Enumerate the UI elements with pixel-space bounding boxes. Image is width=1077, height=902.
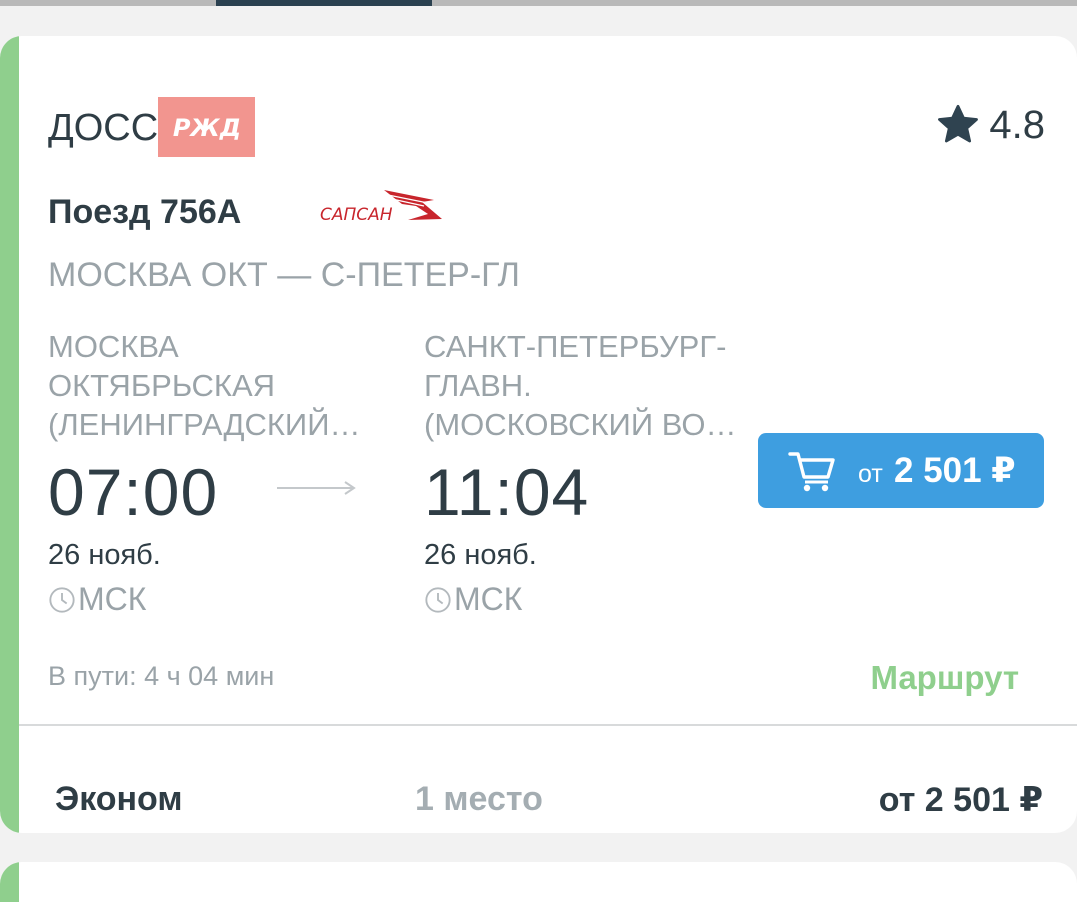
sapsan-logo-text: САПСАН bbox=[320, 205, 393, 225]
departure-time: 07:00 bbox=[48, 455, 219, 529]
arrival-timezone: МСК bbox=[424, 581, 522, 618]
rating: 4.8 bbox=[935, 102, 1045, 148]
active-tab-indicator bbox=[216, 0, 432, 6]
departure-timezone: МСК bbox=[48, 581, 146, 618]
fare-seats: 1 место bbox=[415, 780, 543, 818]
clock-icon bbox=[425, 586, 451, 613]
arrival-timezone-label: МСК bbox=[454, 581, 523, 617]
card-accent-bar bbox=[0, 862, 19, 902]
rzd-logo: РЖД bbox=[158, 97, 255, 157]
arrow-right-icon bbox=[277, 481, 356, 495]
star-icon bbox=[938, 104, 979, 143]
rzd-logo-text: РЖД bbox=[172, 114, 240, 142]
arrival-time: 11:04 bbox=[424, 455, 590, 529]
route-link[interactable]: Маршрут bbox=[870, 659, 1019, 697]
train-offer-card[interactable]: ДОСС РЖД 4.8 Поезд 756А САПСАН МОСКВА ОК… bbox=[0, 36, 1077, 833]
tab-strip bbox=[0, 0, 1077, 6]
departure-date: 26 нояб. bbox=[48, 539, 161, 571]
fare-price: от 2 501 ₽ bbox=[878, 781, 1043, 819]
clock-icon bbox=[49, 586, 75, 613]
rating-value: 4.8 bbox=[989, 102, 1045, 147]
route-summary: МОСКВА ОКТ — С-ПЕТЕР-ГЛ bbox=[48, 256, 520, 294]
train-number: Поезд 756А bbox=[48, 193, 242, 231]
card-accent-bar bbox=[0, 36, 19, 833]
travel-duration: В пути: 4 ч 04 мин bbox=[48, 661, 275, 691]
carrier-name: ДОСС bbox=[48, 107, 159, 149]
departure-timezone-label: МСК bbox=[78, 581, 147, 617]
cart-icon bbox=[788, 452, 835, 492]
buy-ticket-button[interactable]: от 2 501 ₽ bbox=[758, 433, 1044, 508]
arrival-station: САНКТ-ПЕТЕРБУРГ-ГЛАВН. (МОСКОВСКИЙ ВО… bbox=[424, 329, 737, 442]
buy-price: 2 501 ₽ bbox=[894, 451, 1016, 490]
divider bbox=[19, 724, 1077, 726]
arrival-date: 26 нояб. bbox=[424, 539, 537, 571]
departure-station: МОСКВА ОКТЯБРЬСКАЯ (ЛЕНИНГРАДСКИЙ… bbox=[48, 329, 361, 442]
fare-class[interactable]: Эконом bbox=[55, 780, 183, 819]
next-offer-card[interactable] bbox=[0, 862, 1077, 902]
sapsan-logo: САПСАН bbox=[320, 190, 442, 225]
buy-price-prefix: от bbox=[858, 460, 883, 488]
